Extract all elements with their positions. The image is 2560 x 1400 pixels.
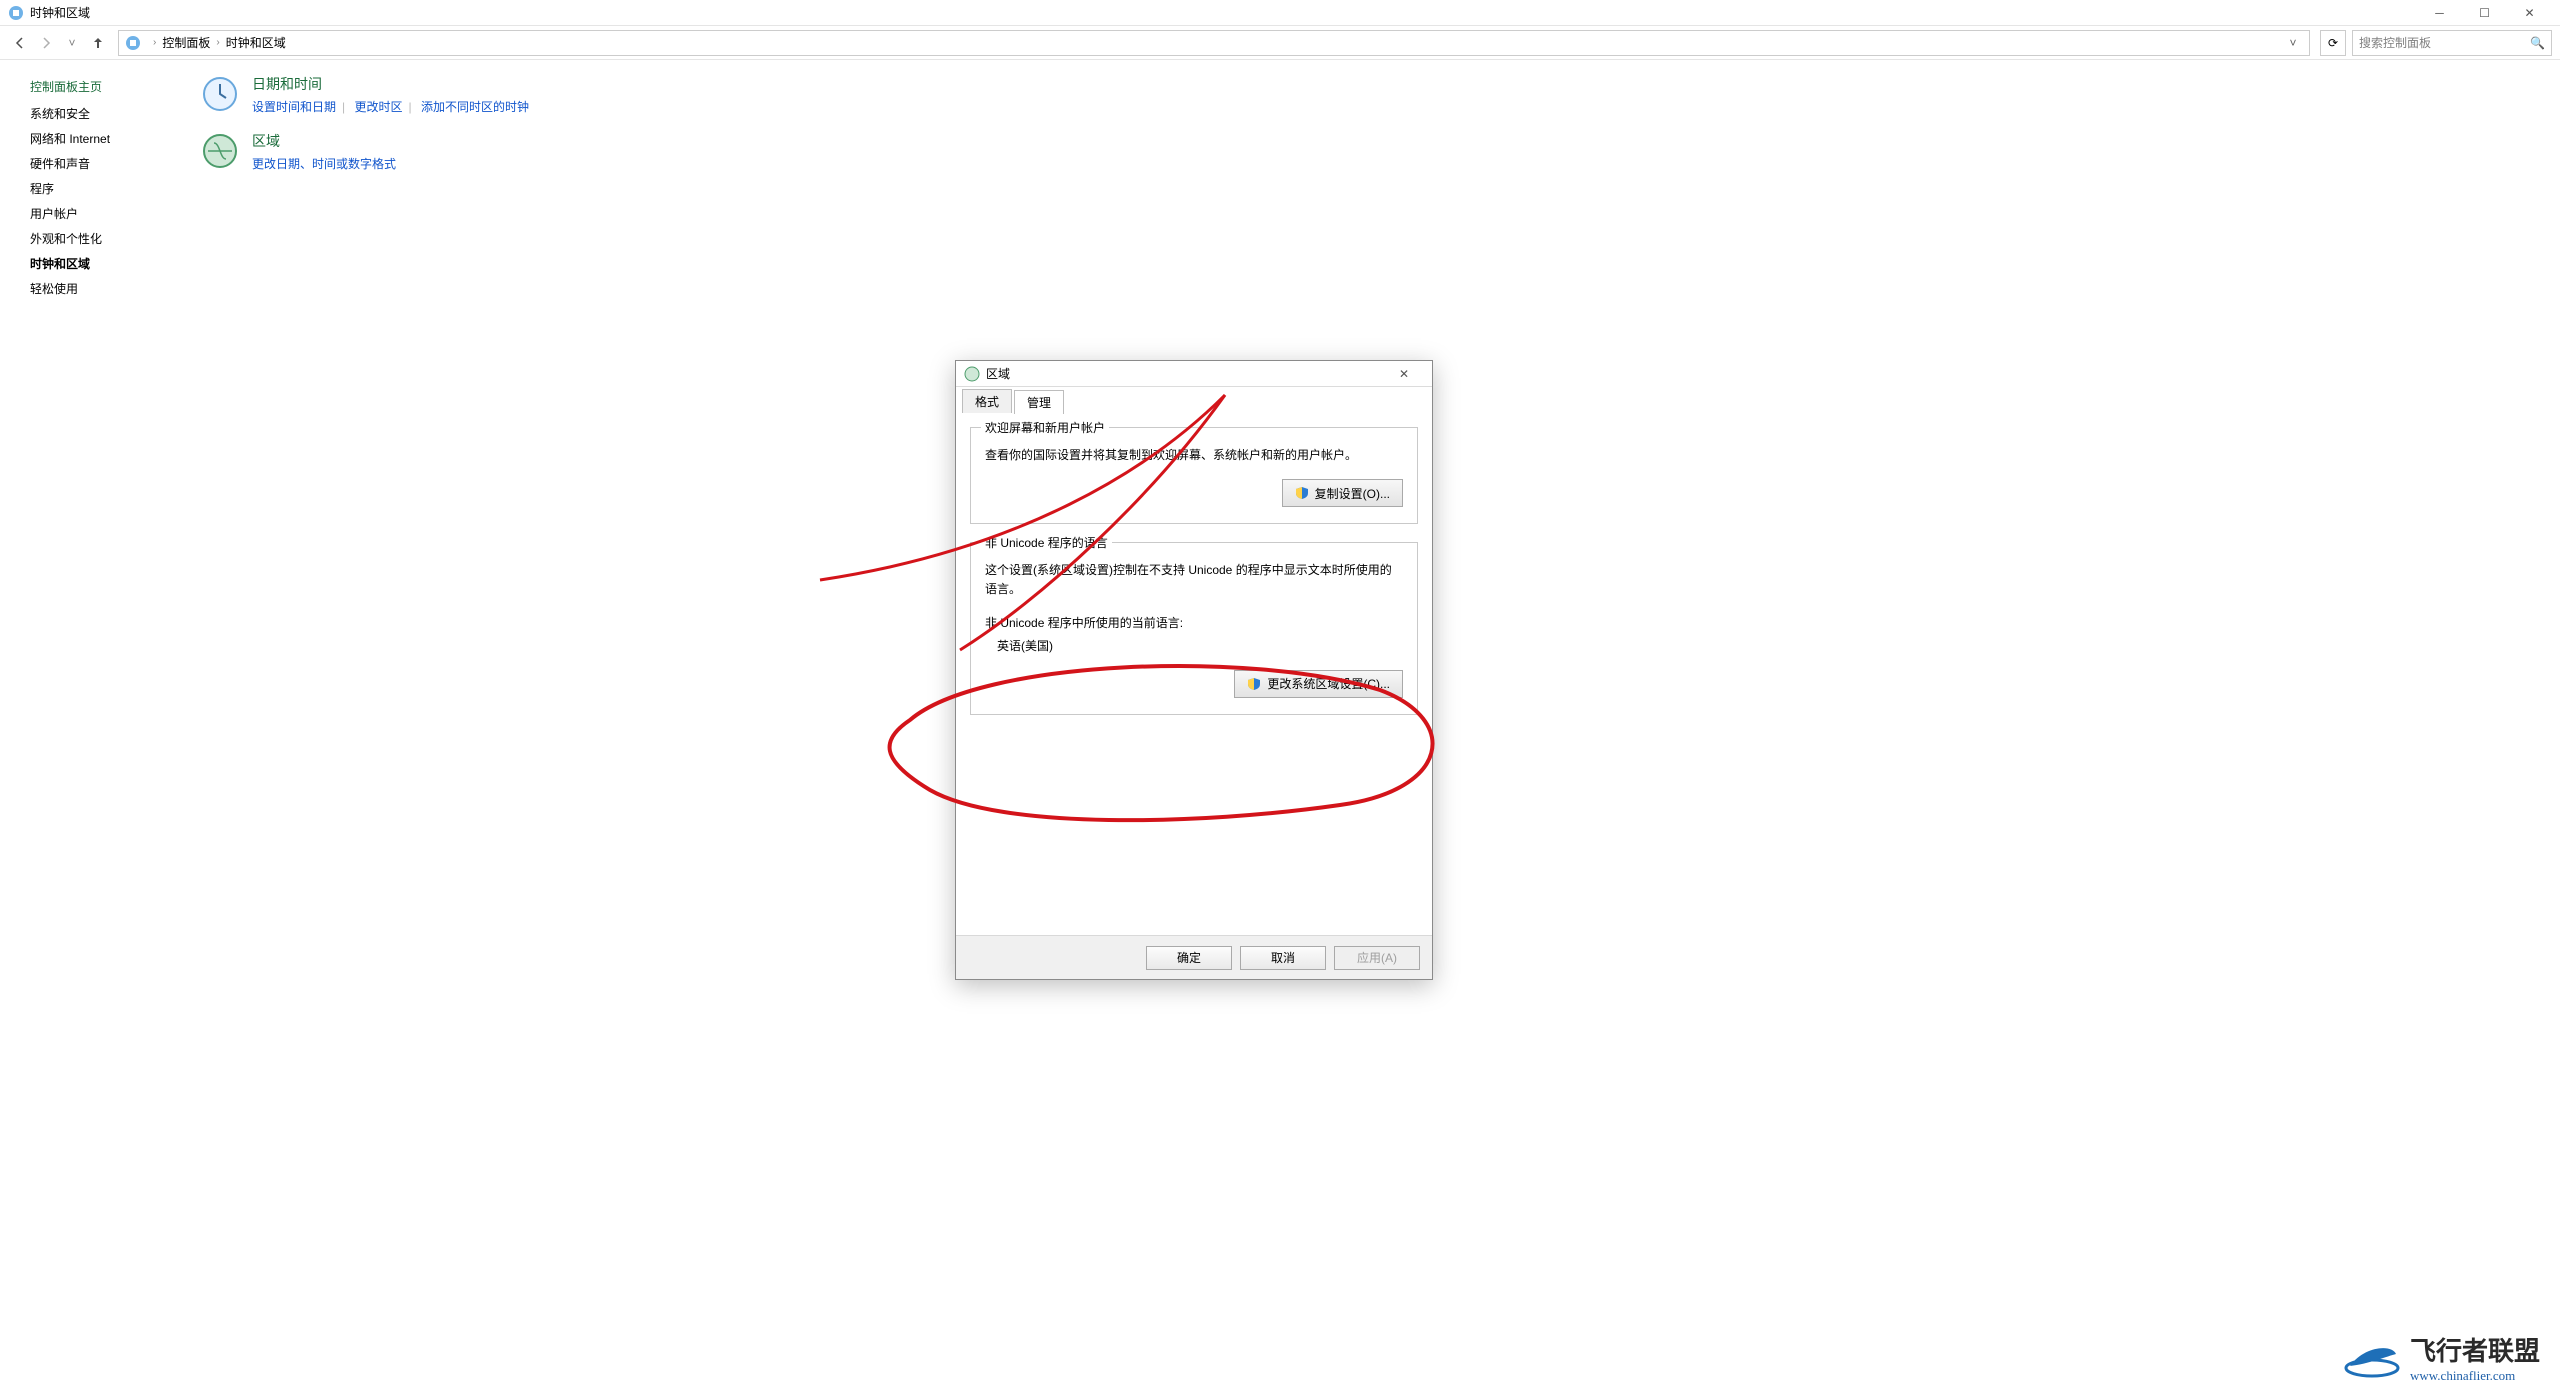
link-change-timezone[interactable]: 更改时区 (354, 100, 402, 114)
address-bar[interactable]: › 控制面板 › 时钟和区域 ˅ (118, 30, 2310, 56)
category-date-time-links: 设置时间和日期| 更改时区| 添加不同时区的时钟 (252, 98, 535, 115)
sidebar-item-system-security[interactable]: 系统和安全 (30, 105, 182, 122)
copy-settings-button[interactable]: 复制设置(O)... (1282, 479, 1403, 507)
sidebar-item-hardware-sound[interactable]: 硬件和声音 (30, 155, 182, 172)
change-system-locale-button[interactable]: 更改系统区域设置(C)... (1234, 670, 1403, 698)
sidebar-item-network-internet[interactable]: 网络和 Internet (30, 130, 182, 147)
breadcrumb-separator: › (153, 37, 156, 48)
search-placeholder: 搜索控制面板 (2359, 34, 2431, 51)
category-region-links: 更改日期、时间或数字格式 (252, 155, 402, 172)
cancel-button[interactable]: 取消 (1240, 946, 1326, 970)
control-panel-icon (8, 5, 24, 21)
breadcrumb-separator: › (216, 37, 219, 48)
nav-forward-button[interactable] (34, 31, 58, 55)
window-close-button[interactable]: ✕ (2507, 0, 2552, 26)
breadcrumb-item[interactable]: 时钟和区域 (226, 34, 286, 51)
category-date-time-title[interactable]: 日期和时间 (252, 74, 535, 94)
watermark-url: www.chinaflier.com (2410, 1368, 2540, 1384)
group-welcome-legend: 欢迎屏幕和新用户帐户 (981, 419, 1109, 436)
address-dropdown-button[interactable]: ˅ (2283, 31, 2303, 55)
tab-administrative[interactable]: 管理 (1014, 390, 1064, 414)
date-time-icon (200, 74, 240, 114)
current-language-value: 英语(美国) (997, 637, 1403, 654)
refresh-button[interactable]: ⟳ (2320, 30, 2346, 56)
sidebar-item-programs[interactable]: 程序 (30, 180, 182, 197)
sidebar-item-appearance[interactable]: 外观和个性化 (30, 230, 182, 247)
link-add-clocks[interactable]: 添加不同时区的时钟 (421, 100, 529, 114)
address-bar-icon (125, 35, 141, 51)
region-icon (200, 131, 240, 171)
group-nonunicode-legend: 非 Unicode 程序的语言 (981, 534, 1112, 551)
current-language-label: 非 Unicode 程序中所使用的当前语言: (985, 614, 1403, 631)
search-icon: 🔍 (2530, 36, 2545, 50)
window-minimize-button[interactable]: ─ (2417, 0, 2462, 26)
uac-shield-icon (1295, 486, 1309, 500)
watermark: 飞行者联盟 www.chinaflier.com (2344, 1331, 2540, 1384)
window-maximize-button[interactable]: ☐ (2462, 0, 2507, 26)
search-input[interactable]: 搜索控制面板 🔍 (2352, 30, 2552, 56)
breadcrumb-item[interactable]: 控制面板 (162, 34, 210, 51)
link-set-time-date[interactable]: 设置时间和日期 (252, 100, 336, 114)
watermark-logo-icon (2344, 1338, 2400, 1378)
sidebar-item-user-accounts[interactable]: 用户帐户 (30, 205, 182, 222)
category-region-title[interactable]: 区域 (252, 131, 402, 151)
nav-back-button[interactable] (8, 31, 32, 55)
link-change-formats[interactable]: 更改日期、时间或数字格式 (252, 157, 396, 171)
dialog-icon (964, 366, 980, 382)
apply-button[interactable]: 应用(A) (1334, 946, 1420, 970)
group-nonunicode-desc: 这个设置(系统区域设置)控制在不支持 Unicode 的程序中显示文本时所使用的… (985, 561, 1403, 599)
sidebar-item-clock-region[interactable]: 时钟和区域 (30, 255, 182, 272)
tab-formats[interactable]: 格式 (962, 389, 1012, 413)
dialog-close-button[interactable]: ✕ (1384, 362, 1424, 386)
copy-settings-button-label: 复制设置(O)... (1315, 485, 1390, 502)
group-welcome-desc: 查看你的国际设置并将其复制到欢迎屏幕、系统帐户和新的用户帐户。 (985, 446, 1403, 465)
dialog-title: 区域 (986, 365, 1010, 382)
watermark-title: 飞行者联盟 (2410, 1331, 2540, 1368)
uac-shield-icon (1247, 677, 1261, 691)
sidebar-heading[interactable]: 控制面板主页 (30, 78, 182, 95)
change-system-locale-button-label: 更改系统区域设置(C)... (1267, 675, 1390, 692)
sidebar-item-ease-of-access[interactable]: 轻松使用 (30, 280, 182, 297)
ok-button[interactable]: 确定 (1146, 946, 1232, 970)
nav-up-button[interactable] (86, 31, 110, 55)
nav-recent-dropdown[interactable]: ˅ (60, 31, 84, 55)
window-title: 时钟和区域 (30, 4, 90, 21)
